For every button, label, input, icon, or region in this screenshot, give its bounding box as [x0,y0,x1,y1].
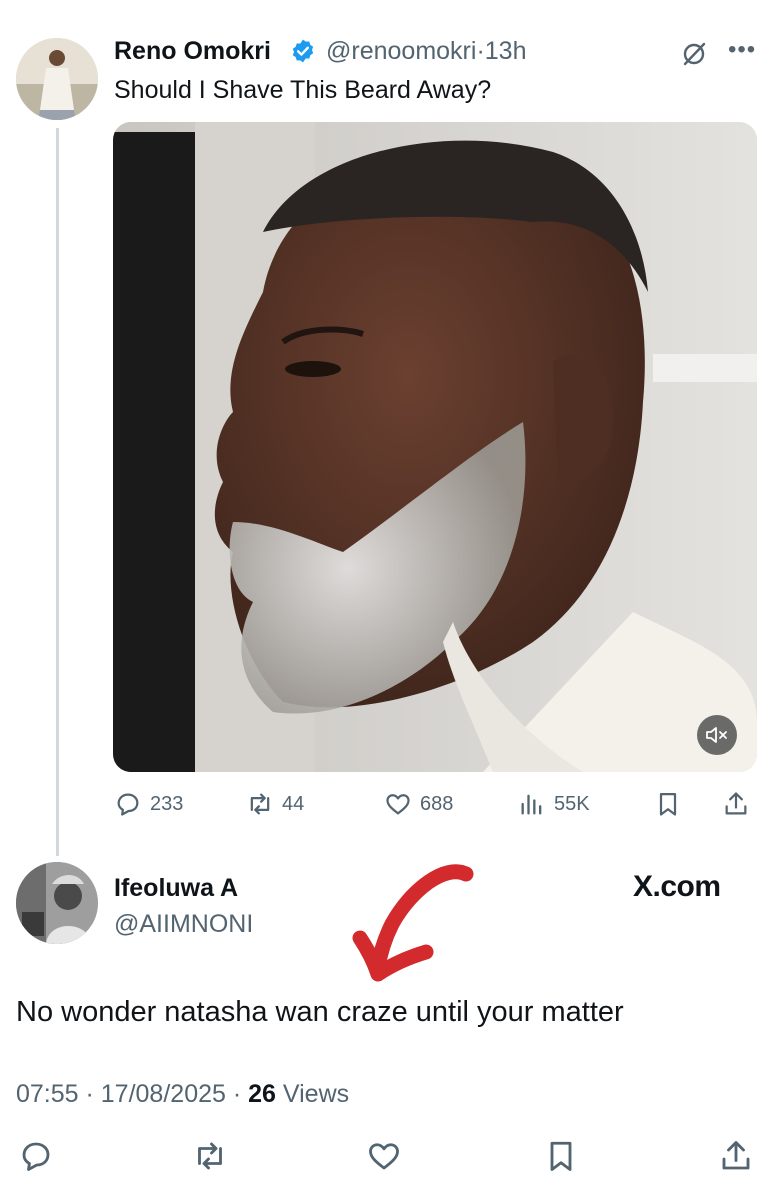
bookmark-action[interactable] [654,788,682,820]
verified-badge-icon [292,39,314,63]
reply-icon [22,1142,50,1171]
author-handle[interactable]: @renoomokri [326,37,476,65]
views-chart-icon [521,794,542,815]
reply-views-count: 26 [248,1080,276,1108]
like-button[interactable] [366,1138,402,1174]
reply-author-handle[interactable]: @AIIMNONI [114,910,253,939]
heart-icon [386,794,410,815]
author-name[interactable]: Reno Omokri [114,37,271,66]
bookmark-button[interactable] [543,1138,579,1174]
reply-count: 233 [150,792,184,815]
author-avatar[interactable] [16,38,98,120]
share-icon [722,1141,750,1170]
reply-button[interactable] [18,1138,54,1174]
bookmark-icon [659,792,677,816]
xcom-watermark: X.com [633,870,721,903]
share-action[interactable] [722,788,750,820]
repost-button[interactable] [192,1138,228,1174]
mute-button[interactable] [697,715,737,755]
tweet-video[interactable] [113,122,757,772]
red-arrow-icon [352,864,474,982]
thread-line [56,128,59,856]
speaker-muted-icon [706,727,727,743]
reply-icon [117,793,139,816]
reply-text: No wonder natasha wan craze until your m… [16,996,624,1028]
author-handle-time[interactable]: @renoomokri·13h [326,37,526,66]
views-action[interactable]: 55K [518,788,590,820]
like-action[interactable]: 688 [384,788,453,820]
like-count: 688 [420,792,454,815]
reply-timestamp[interactable]: 07:55 · 17/08/2025 · [16,1080,241,1108]
video-frame [113,122,757,772]
more-options-icon[interactable]: ••• [728,36,756,64]
heart-icon [369,1143,399,1170]
separator: · [476,37,485,65]
repost-action[interactable]: 44 [246,788,304,820]
reply-author-name[interactable]: Ifeoluwa A [114,874,238,903]
bookmark-icon [550,1141,572,1171]
grok-icon[interactable] [680,40,708,68]
views-count: 55K [554,792,590,815]
tweet-text: Should I Shave This Beard Away? [114,76,492,104]
tweet-time[interactable]: 13h [485,37,527,65]
reply-meta: 07:55 · 17/08/2025 · 26 Views [16,1080,349,1109]
reply-author-avatar[interactable] [16,862,98,944]
repost-icon [250,793,270,815]
repost-count: 44 [282,792,305,815]
share-button[interactable] [718,1138,754,1174]
share-icon [725,792,747,815]
reply-action[interactable]: 233 [114,788,183,820]
reply-views-label: Views [282,1080,350,1108]
repost-icon [198,1142,222,1170]
